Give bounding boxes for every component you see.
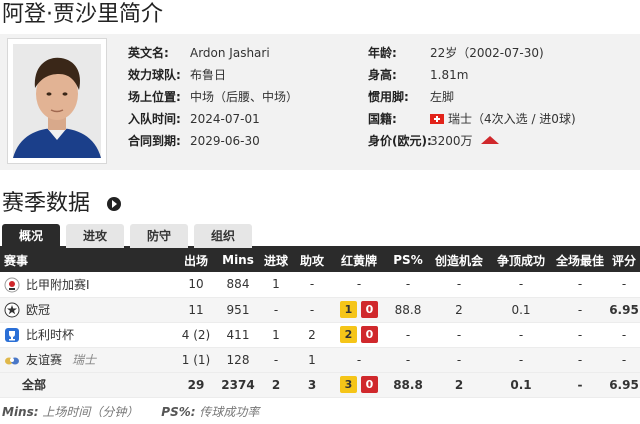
friendly-icon (5, 357, 19, 365)
tab-defense[interactable]: 防守 (130, 224, 188, 248)
page-title: 阿登·贾沙里简介 (2, 2, 163, 27)
tab-organize[interactable]: 组织 (194, 224, 252, 248)
belgian-league-icon (4, 277, 20, 293)
player-portrait-image (13, 44, 101, 158)
competition-team: 瑞士 (72, 353, 97, 367)
competition-name[interactable]: 比利时杯 (26, 328, 74, 342)
table-footnote: Mins: 上场时间（分钟） PS%: 传球成功率 (2, 405, 260, 419)
player-photo (13, 44, 101, 158)
red-card-badge: 0 (361, 376, 378, 393)
belgian-cup-icon (5, 328, 19, 342)
header-competition: 赛事 (0, 248, 174, 272)
player-profile-card: 英文名: Ardon Jashari 效力球队: 布鲁日 场上位置: 中场（后腰… (0, 34, 640, 170)
header-mins: Mins (218, 248, 258, 272)
season-stats-table: 赛事 出场 Mins 进球 助攻 红黄牌 PS% 创造机会 争顶成功 全场最佳 … (0, 248, 640, 398)
champions-league-icon (4, 302, 20, 318)
tab-attack[interactable]: 进攻 (66, 224, 124, 248)
header-pass-pct: PS% (388, 248, 428, 272)
rating-value: 6.95 (608, 372, 640, 398)
table-row: 比甲附加赛I 10 884 1 - - - - - - - (0, 272, 640, 298)
header-aerials: 争顶成功 (490, 248, 552, 272)
yellow-card-badge: 1 (340, 301, 357, 318)
yellow-card-badge: 3 (340, 376, 357, 393)
competition-name[interactable]: 比甲附加赛I (26, 278, 90, 292)
header-motm: 全场最佳 (552, 248, 608, 272)
tab-overview[interactable]: 概况 (2, 224, 60, 248)
table-row: 比利时杯 4 (2) 411 1 2 20 - - - - - (0, 322, 640, 348)
header-chances: 创造机会 (428, 248, 490, 272)
switzerland-flag-icon (430, 114, 444, 124)
yellow-card-badge: 2 (340, 326, 357, 343)
trend-up-icon (480, 136, 499, 144)
header-rating: 评分 (608, 248, 640, 272)
section-title: 赛季数据 (2, 191, 91, 216)
rating-value: 6.95 (608, 297, 640, 323)
competition-name[interactable]: 欧冠 (26, 303, 50, 317)
table-header-row: 赛事 出场 Mins 进球 助攻 红黄牌 PS% 创造机会 争顶成功 全场最佳 … (0, 248, 640, 272)
competition-name[interactable]: 友谊赛 (26, 353, 62, 367)
table-row: 欧冠 11 951 - - 10 88.8 2 0.1 - 6.95 (0, 297, 640, 323)
header-goals: 进球 (258, 248, 294, 272)
player-photo-frame (7, 38, 107, 164)
header-assists: 助攻 (294, 248, 330, 272)
club-link[interactable]: 布鲁日 (190, 66, 226, 84)
table-row: 友谊赛 瑞士 1 (1) 128 - 1 - - - - - - (0, 347, 640, 373)
red-card-badge: 0 (361, 326, 378, 343)
red-card-badge: 0 (361, 301, 378, 318)
total-label: 全部 (22, 378, 47, 392)
header-cards: 红黄牌 (330, 248, 388, 272)
table-total-row: 全部 29 2374 2 3 30 88.8 2 0.1 - 6.95 (0, 372, 640, 398)
arrow-right-icon[interactable] (107, 197, 121, 211)
header-apps: 出场 (174, 248, 218, 272)
stats-tabs: 概况 进攻 防守 组织 (0, 224, 640, 248)
